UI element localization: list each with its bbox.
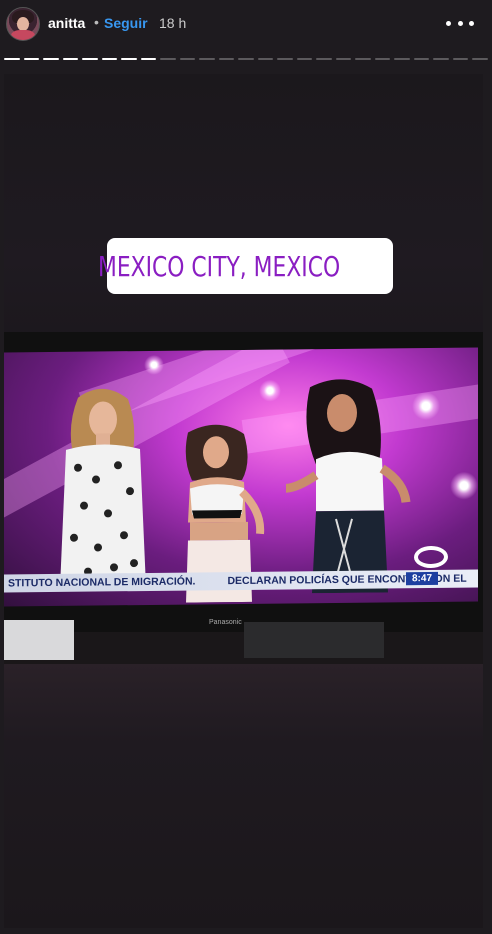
avatar-face [17, 17, 29, 31]
progress-segment [4, 58, 20, 60]
ticker-clock: 8:47 [405, 571, 438, 586]
progress-segment [43, 58, 59, 60]
stage-light [412, 391, 440, 421]
progress-segment [101, 58, 118, 60]
progress-segment [374, 58, 391, 60]
more-dot [469, 20, 474, 26]
progress-segment [23, 58, 40, 60]
progress-segment [355, 58, 371, 60]
time-ago: 18 h [159, 15, 187, 31]
stage-light [259, 379, 281, 402]
progress-segment [413, 58, 430, 60]
dark-backdrop-bottom [4, 664, 483, 928]
progress-segment [472, 58, 488, 60]
progress-segment [121, 58, 137, 60]
person-left [60, 388, 146, 588]
progress-segment [452, 58, 469, 60]
progress-segment [277, 58, 293, 60]
tv-brand-label: Panasonic [209, 619, 242, 626]
tv-stand [244, 622, 384, 658]
channel-logo [414, 545, 448, 569]
story-header: anitta • Seguir 18 h [0, 0, 492, 50]
avatar[interactable] [6, 7, 40, 41]
follow-button[interactable]: Seguir [104, 15, 148, 31]
tv-stand-left [4, 620, 74, 660]
progress-segment [82, 58, 98, 60]
more-dot [446, 20, 451, 26]
stage-light [144, 354, 164, 376]
progress-segment [394, 58, 410, 60]
more-horizontal-icon[interactable] [446, 12, 474, 34]
separator-dot: • [94, 14, 99, 30]
stage-light [450, 471, 478, 500]
location-text: MEXICO CITY, MEXICO [97, 249, 340, 283]
avatar-body [11, 30, 35, 40]
progress-segment [62, 58, 79, 60]
username[interactable]: anitta [48, 15, 85, 31]
tv-screen: STITUTO NACIONAL DE MIGRACIÓN. DECLARAN … [4, 347, 478, 607]
progress-segment [335, 58, 352, 60]
progress-segment [218, 58, 235, 60]
story-media[interactable]: MEXICO CITY, MEXICO STITUTO NACIONAL DE … [4, 74, 483, 928]
ticker-text-left: STITUTO NACIONAL DE MIGRACIÓN. [8, 575, 196, 590]
progress-segment [140, 58, 157, 60]
progress-segment [160, 58, 176, 60]
progress-segment [296, 58, 313, 60]
progress-segment [316, 58, 332, 60]
progress-segment [179, 58, 196, 60]
location-sticker[interactable]: MEXICO CITY, MEXICO [98, 238, 393, 294]
progress-segment [238, 58, 254, 60]
progress-segment [199, 58, 215, 60]
story-progress-bar [4, 58, 488, 61]
progress-segment [257, 58, 274, 60]
dark-backdrop [4, 74, 483, 340]
person-right [286, 379, 411, 594]
more-dot [457, 20, 463, 26]
progress-segment [433, 58, 449, 60]
